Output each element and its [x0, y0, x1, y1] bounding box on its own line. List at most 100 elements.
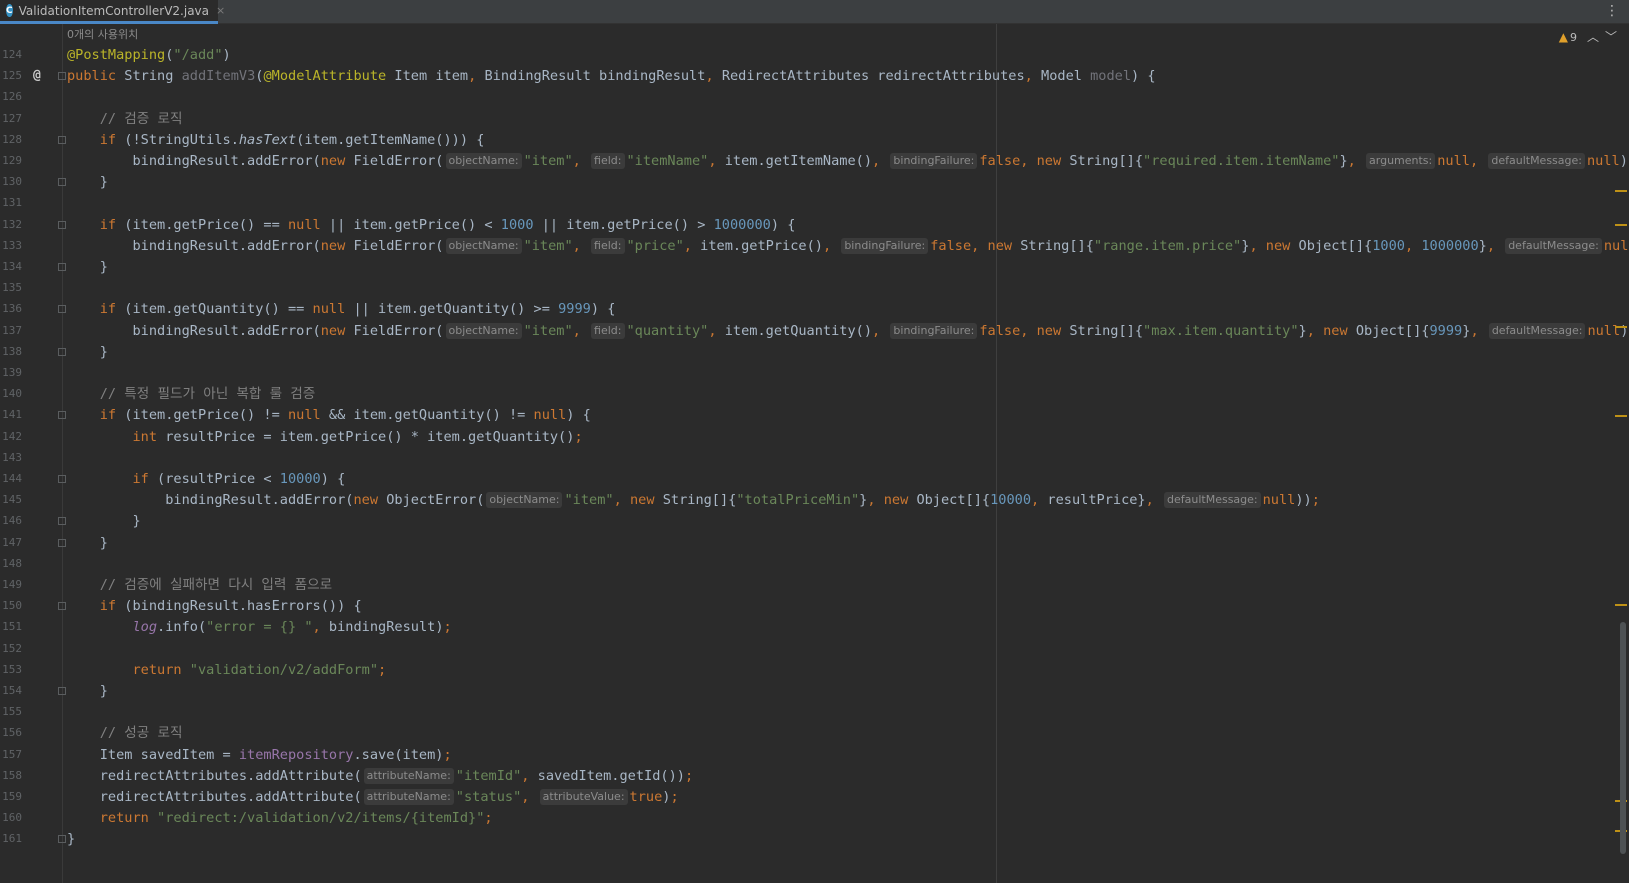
code-line[interactable]: 144 if (resultPrice < 10000) { — [0, 468, 1629, 490]
fold-toggle-icon[interactable] — [58, 835, 66, 844]
error-stripe-mark[interactable] — [1615, 604, 1627, 606]
line-number[interactable]: 142 — [0, 426, 22, 448]
annotation-gutter-icon[interactable]: @ — [33, 65, 41, 87]
fold-toggle-icon[interactable] — [58, 411, 66, 420]
line-number[interactable]: 128 — [0, 129, 22, 151]
error-stripe-mark[interactable] — [1615, 326, 1627, 328]
line-number[interactable]: 157 — [0, 744, 22, 766]
code-line[interactable]: 134 } — [0, 256, 1629, 278]
line-number[interactable]: 143 — [0, 447, 22, 469]
code-line[interactable]: 124 @PostMapping("/add") — [0, 44, 1629, 66]
line-number[interactable]: 126 — [0, 86, 22, 108]
line-number[interactable]: 145 — [0, 489, 22, 511]
code-editor[interactable]: 0개의 사용위치 ▲ 9 ︿ ﹀ 124 @PostMapping("/add")… — [0, 24, 1629, 883]
fold-toggle-icon[interactable] — [58, 687, 66, 695]
code-line[interactable]: 129 bindingResult.addError(new FieldErro… — [0, 150, 1629, 172]
line-number[interactable]: 161 — [0, 828, 22, 850]
line-number[interactable]: 127 — [0, 108, 22, 130]
code-line[interactable]: 125 @ public String addItemV3(@ModelAttrib… — [0, 65, 1629, 87]
code-line[interactable]: 152 — [0, 638, 1629, 660]
previous-highlight-icon[interactable]: ︿ — [1587, 28, 1599, 45]
fold-toggle-icon[interactable] — [58, 347, 66, 356]
code-line[interactable]: 139 — [0, 362, 1629, 384]
error-stripe-mark[interactable] — [1615, 224, 1627, 226]
fold-toggle-icon[interactable] — [58, 538, 66, 547]
code-line[interactable]: 133 bindingResult.addError(new FieldErro… — [0, 235, 1629, 257]
code-line[interactable]: 150 if (bindingResult.hasErrors()) { — [0, 595, 1629, 617]
code-line[interactable]: 154 } — [0, 680, 1629, 702]
vertical-scrollbar-thumb[interactable] — [1620, 622, 1626, 854]
line-number[interactable]: 155 — [0, 701, 22, 723]
code-line[interactable]: 127 // 검증 로직 — [0, 108, 1629, 130]
code-line[interactable]: 141 if (item.getPrice() != null && item.… — [0, 404, 1629, 426]
code-line[interactable]: 148 — [0, 553, 1629, 575]
line-number[interactable]: 154 — [0, 680, 22, 702]
line-number[interactable]: 160 — [0, 807, 22, 829]
error-stripe-mark[interactable] — [1615, 190, 1627, 192]
line-number[interactable]: 150 — [0, 595, 22, 617]
line-number[interactable]: 135 — [0, 277, 22, 299]
code-line[interactable]: 146 } — [0, 510, 1629, 532]
code-line[interactable]: 132 if (item.getPrice() == null || item.… — [0, 214, 1629, 236]
code-line[interactable]: 149 // 검증에 실패하면 다시 입력 폼으로 — [0, 574, 1629, 596]
next-highlight-icon[interactable]: ﹀ — [1605, 28, 1617, 45]
warnings-indicator[interactable]: ▲ 9 — [1559, 30, 1577, 44]
line-number[interactable]: 131 — [0, 192, 22, 214]
line-number[interactable]: 151 — [0, 616, 22, 638]
more-options-icon[interactable]: ⋮ — [1605, 2, 1619, 20]
close-icon[interactable]: × — [216, 4, 225, 17]
code-line[interactable]: 135 — [0, 277, 1629, 299]
code-line[interactable]: 160 return "redirect:/validation/v2/item… — [0, 807, 1629, 829]
code-line[interactable]: 130 } — [0, 171, 1629, 193]
fold-toggle-icon[interactable] — [58, 72, 66, 81]
fold-toggle-icon[interactable] — [58, 135, 66, 144]
line-number[interactable]: 133 — [0, 235, 22, 257]
usage-inlay-hint[interactable]: 0개의 사용위치 — [67, 27, 138, 43]
line-number[interactable]: 138 — [0, 341, 22, 363]
code-line[interactable]: 142 int resultPrice = item.getPrice() * … — [0, 426, 1629, 448]
code-line[interactable]: 159 redirectAttributes.addAttribute(attr… — [0, 786, 1629, 808]
line-number[interactable]: 146 — [0, 510, 22, 532]
line-number[interactable]: 136 — [0, 298, 22, 320]
fold-toggle-icon[interactable] — [58, 602, 66, 611]
line-number[interactable]: 125 — [0, 65, 22, 87]
code-line[interactable]: 128 if (!StringUtils.hasText(item.getIte… — [0, 129, 1629, 151]
line-number[interactable]: 159 — [0, 786, 22, 808]
line-number[interactable]: 153 — [0, 659, 22, 681]
code-line[interactable]: 158 redirectAttributes.addAttribute(attr… — [0, 765, 1629, 787]
code-line[interactable]: 147 } — [0, 532, 1629, 554]
code-line[interactable]: 155 — [0, 701, 1629, 723]
line-number[interactable]: 158 — [0, 765, 22, 787]
code-line[interactable]: 161} — [0, 828, 1629, 850]
code-line[interactable]: 145 bindingResult.addError(new ObjectErr… — [0, 489, 1629, 511]
line-number[interactable]: 147 — [0, 532, 22, 554]
line-number[interactable]: 152 — [0, 638, 22, 660]
code-line[interactable]: 153 return "validation/v2/addForm"; — [0, 659, 1629, 681]
line-number[interactable]: 129 — [0, 150, 22, 172]
line-number[interactable]: 139 — [0, 362, 22, 384]
line-number[interactable]: 144 — [0, 468, 22, 490]
line-number[interactable]: 148 — [0, 553, 22, 575]
line-number[interactable]: 140 — [0, 383, 22, 405]
code-line[interactable]: 157 Item savedItem = itemRepository.save… — [0, 744, 1629, 766]
error-stripe-mark[interactable] — [1615, 415, 1627, 417]
code-line[interactable]: 137 bindingResult.addError(new FieldErro… — [0, 320, 1629, 342]
line-number[interactable]: 156 — [0, 722, 22, 744]
line-number[interactable]: 134 — [0, 256, 22, 278]
fold-toggle-icon[interactable] — [58, 517, 66, 526]
code-line[interactable]: 151 log.info("error = {} ", bindingResul… — [0, 616, 1629, 638]
code-line[interactable]: 156 // 성공 로직 — [0, 722, 1629, 744]
file-tab[interactable]: C ValidationItemControllerV2.java × — [0, 0, 225, 24]
line-number[interactable]: 124 — [0, 44, 22, 66]
code-line[interactable]: 140 // 특정 필드가 아닌 복합 룰 검증 — [0, 383, 1629, 405]
fold-toggle-icon[interactable] — [58, 220, 66, 229]
line-number[interactable]: 130 — [0, 171, 22, 193]
line-number[interactable]: 149 — [0, 574, 22, 596]
fold-toggle-icon[interactable] — [58, 305, 66, 314]
code-line[interactable]: 131 — [0, 192, 1629, 214]
code-line[interactable]: 143 — [0, 447, 1629, 469]
line-number[interactable]: 141 — [0, 404, 22, 426]
fold-toggle-icon[interactable] — [58, 178, 66, 187]
fold-toggle-icon[interactable] — [58, 263, 66, 271]
code-line[interactable]: 126 — [0, 86, 1629, 108]
